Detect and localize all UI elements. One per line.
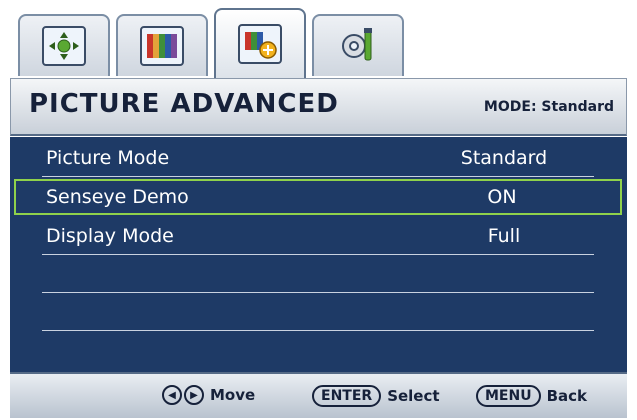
menu-item-label: Picture Mode <box>46 147 170 169</box>
select-hint-label: Select <box>387 387 440 405</box>
menu-item-display-mode[interactable]: Display Mode Full <box>42 219 594 255</box>
tab-system[interactable] <box>312 14 404 76</box>
menu-item-value: Full <box>487 225 521 247</box>
tab-picture[interactable] <box>116 14 208 76</box>
move-hint: ◀ ▶ Move <box>162 385 255 405</box>
key-hint-bar: ◀ ▶ Move ENTER Select MENU Back <box>10 372 627 418</box>
menu-list: Picture Mode Standard Senseye Demo ON Di… <box>10 137 627 372</box>
menu-key-icon: MENU <box>476 385 541 407</box>
menu-item-value: Standard <box>460 147 548 169</box>
tab-picture-advanced[interactable] <box>214 8 306 78</box>
page-title: PICTURE ADVANCED <box>29 89 339 119</box>
settings-wrench-icon <box>336 26 380 66</box>
menu-item-picture-mode[interactable]: Picture Mode Standard <box>42 141 594 177</box>
enter-key-icon: ENTER <box>312 385 382 407</box>
picture-advanced-icon <box>238 24 282 64</box>
tab-display[interactable] <box>18 14 110 76</box>
right-arrow-key-icon: ▶ <box>184 385 204 405</box>
menu-item-label: Display Mode <box>46 225 174 247</box>
color-bars-icon <box>140 26 184 66</box>
back-hint: MENU Back <box>476 385 587 407</box>
move-hint-label: Move <box>210 386 256 404</box>
move-arrows-icon <box>42 26 86 66</box>
monitor-osd: PICTURE ADVANCED MODE: Standard Picture … <box>0 0 637 420</box>
menu-header: PICTURE ADVANCED MODE: Standard <box>10 78 627 136</box>
select-hint: ENTER Select <box>312 385 440 407</box>
empty-row-divider <box>42 292 594 293</box>
menu-item-senseye-demo[interactable]: Senseye Demo ON <box>14 179 622 215</box>
empty-row-divider <box>42 330 594 331</box>
left-arrow-key-icon: ◀ <box>162 385 182 405</box>
menu-item-label: Senseye Demo <box>46 186 189 208</box>
tab-strip <box>10 8 630 78</box>
menu-item-value: ON <box>487 186 517 208</box>
mode-indicator: MODE: Standard <box>483 99 614 115</box>
back-hint-label: Back <box>546 387 588 405</box>
